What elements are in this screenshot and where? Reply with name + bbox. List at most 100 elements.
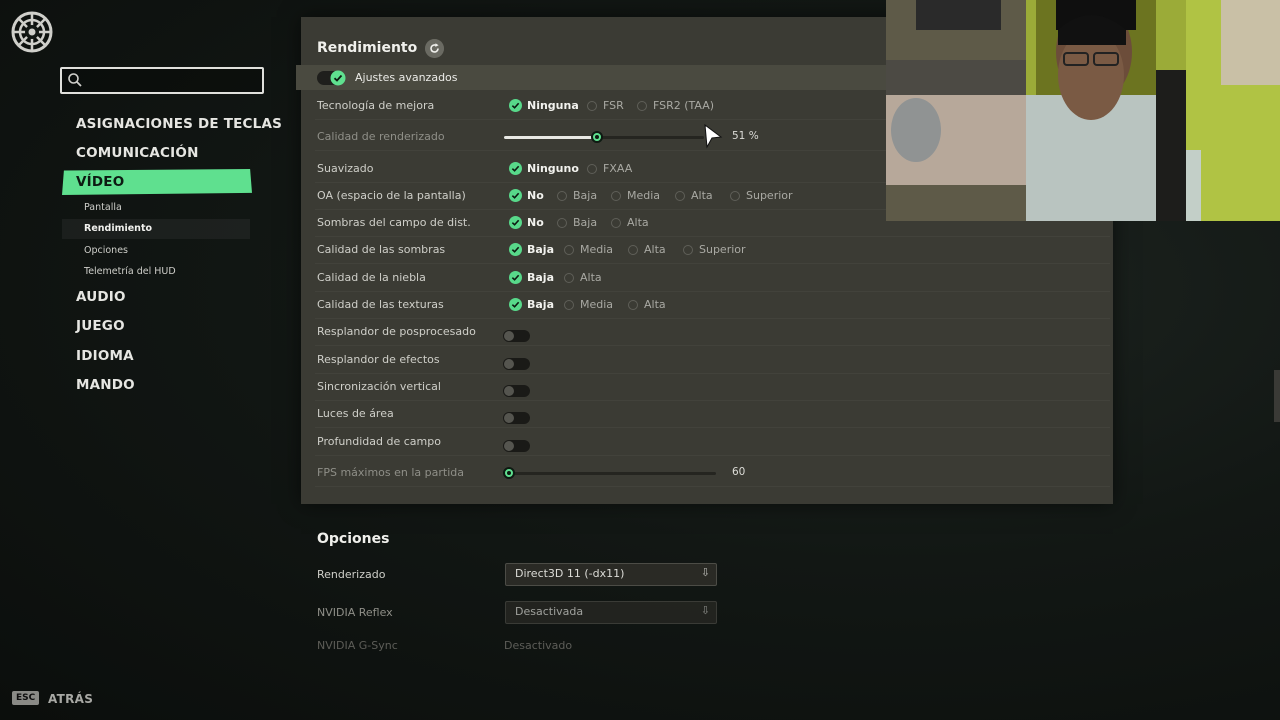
toggle-switch[interactable]	[503, 358, 530, 370]
radio-option[interactable]: Baja	[509, 271, 554, 284]
slider-fill	[504, 136, 592, 139]
renderizado-dropdown[interactable]: Direct3D 11 (-dx11) ⇩	[505, 563, 717, 586]
check-icon	[509, 298, 522, 311]
nav-item-video[interactable]: VÍDEO	[76, 174, 124, 190]
radio-option[interactable]: Ninguno	[509, 162, 579, 175]
radio-circle	[637, 100, 647, 111]
radio-option[interactable]: Baja	[557, 189, 597, 202]
radio-option-label: Baja	[573, 216, 598, 229]
slider-handle[interactable]	[591, 131, 603, 143]
reset-icon[interactable]	[425, 39, 444, 58]
row-divider	[315, 455, 1110, 456]
advanced-settings-toggle[interactable]	[317, 70, 346, 86]
radio-option[interactable]: No	[509, 216, 544, 229]
section-title-rendimiento: Rendimiento	[317, 40, 418, 56]
setting-label: OA (espacio de la pantalla)	[317, 189, 466, 202]
slider-track[interactable]	[504, 472, 716, 475]
subnav-item-telemetria[interactable]: Telemetría del HUD	[84, 266, 176, 277]
nav-item-mando[interactable]: MANDO	[76, 377, 135, 393]
toggle-switch[interactable]	[503, 440, 530, 452]
radio-option[interactable]: Alta	[564, 271, 602, 284]
radio-option[interactable]: Baja	[557, 216, 597, 229]
setting-label: Calidad de la niebla	[317, 271, 426, 284]
setting-label: Resplandor de efectos	[317, 353, 440, 366]
radio-option-label: Media	[580, 243, 614, 256]
gear-logo-icon	[11, 11, 53, 53]
nav-item-idioma[interactable]: IDIOMA	[76, 348, 134, 364]
radio-option[interactable]: Alta	[611, 216, 649, 229]
setting-label: FPS máximos en la partida	[317, 466, 465, 479]
setting-label: Suavizado	[317, 162, 374, 175]
nvidia-reflex-label: NVIDIA Reflex	[317, 606, 393, 619]
slider-value: 51 %	[732, 130, 759, 142]
check-icon	[509, 243, 522, 256]
radio-option[interactable]: Superior	[683, 243, 746, 256]
nav-item-asignaciones[interactable]: ASIGNACIONES DE TECLAS	[76, 116, 282, 132]
radio-option[interactable]: Ninguna	[509, 99, 579, 112]
radio-option-label: FSR	[603, 99, 624, 112]
toggle-switch[interactable]	[503, 412, 530, 424]
radio-option[interactable]: Alta	[628, 243, 666, 256]
slider-handle[interactable]	[503, 467, 515, 479]
toggle-switch[interactable]	[503, 330, 530, 342]
chevron-down-icon: ⇩	[700, 604, 710, 617]
radio-option-label: FXAA	[603, 162, 633, 175]
radio-option-label: Alta	[644, 243, 666, 256]
nav-item-audio[interactable]: AUDIO	[76, 289, 126, 305]
chevron-down-icon: ⇩	[700, 566, 710, 579]
radio-option-label: No	[527, 189, 544, 202]
radio-option-label: Ninguna	[527, 99, 579, 112]
toggle-switch[interactable]	[503, 385, 530, 397]
radio-option[interactable]: Alta	[675, 189, 713, 202]
search-icon	[68, 73, 82, 87]
nvidia-reflex-value: Desactivada	[515, 605, 584, 618]
advanced-settings-label: Ajustes avanzados	[355, 71, 458, 84]
scrollbar-thumb[interactable]	[1274, 370, 1280, 422]
webcam-overlay	[886, 0, 1280, 221]
setting-label: Calidad de las sombras	[317, 243, 446, 256]
radio-option-label: FSR2 (TAA)	[653, 99, 715, 112]
radio-option-label: Baja	[527, 298, 555, 311]
radio-option[interactable]: Baja	[509, 298, 554, 311]
radio-option[interactable]: Media	[611, 189, 660, 202]
radio-circle	[587, 163, 597, 174]
search-input[interactable]	[60, 67, 264, 94]
radio-option-label: No	[527, 216, 544, 229]
radio-option-label: Baja	[527, 271, 555, 284]
radio-option[interactable]: FXAA	[587, 162, 632, 175]
radio-option[interactable]: FSR2 (TAA)	[637, 99, 714, 112]
slider-value: 60	[732, 466, 746, 478]
nav-item-juego[interactable]: JUEGO	[76, 318, 125, 334]
check-icon	[509, 162, 522, 175]
subnav-item-opciones[interactable]: Opciones	[84, 245, 128, 256]
back-button[interactable]: ATRÁS	[48, 692, 93, 706]
radio-option[interactable]: Media	[564, 243, 613, 256]
row-divider	[315, 318, 1110, 319]
row-divider	[315, 236, 1110, 237]
row-divider	[315, 291, 1110, 292]
radio-option-label: Alta	[691, 189, 713, 202]
radio-option[interactable]: Media	[564, 298, 613, 311]
nvidia-reflex-dropdown[interactable]: Desactivada ⇩	[505, 601, 717, 624]
radio-option-label: Media	[580, 298, 614, 311]
nav-item-comunicacion[interactable]: COMUNICACIÓN	[76, 145, 199, 161]
renderizado-value: Direct3D 11 (-dx11)	[515, 567, 625, 580]
radio-circle	[557, 190, 567, 201]
subnav-item-rendimiento[interactable]: Rendimiento	[84, 223, 152, 234]
radio-option[interactable]: Alta	[628, 298, 666, 311]
radio-circle	[730, 190, 740, 201]
radio-circle	[675, 190, 685, 201]
setting-label: Tecnología de mejora	[317, 99, 435, 112]
check-icon	[509, 271, 522, 284]
radio-option-label: Baja	[527, 243, 555, 256]
nvidia-gsync-value: Desactivado	[504, 639, 573, 652]
radio-option[interactable]: No	[509, 189, 544, 202]
radio-option[interactable]: Baja	[509, 243, 554, 256]
radio-option[interactable]: Superior	[730, 189, 793, 202]
subnav-item-pantalla[interactable]: Pantalla	[84, 202, 122, 213]
radio-option[interactable]: FSR	[587, 99, 624, 112]
radio-circle	[628, 244, 638, 255]
setting-label: Profundidad de campo	[317, 435, 441, 448]
setting-label: Resplandor de posprocesado	[317, 325, 476, 338]
setting-label: Luces de área	[317, 407, 394, 420]
